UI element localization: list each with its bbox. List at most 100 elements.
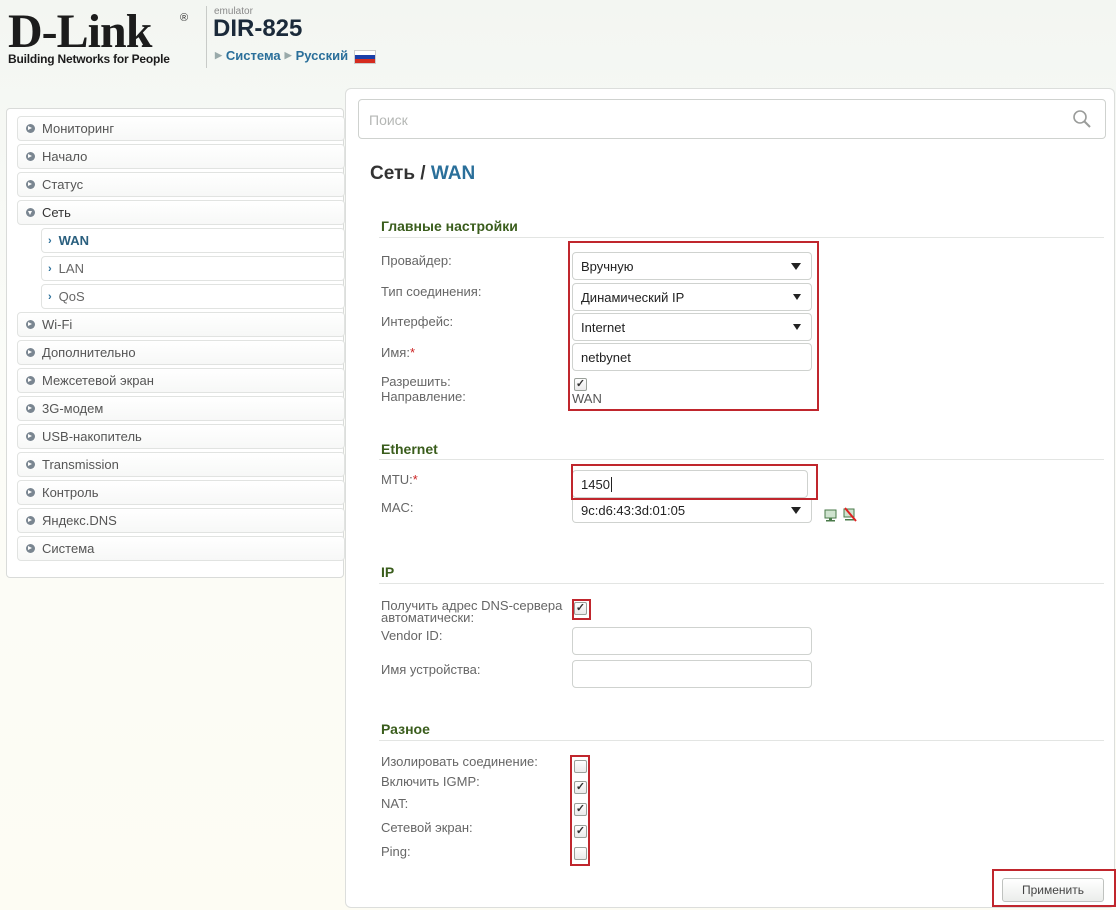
sidebar-item-label: Статус: [42, 177, 84, 192]
sidebar-item-network[interactable]: Сеть: [17, 200, 345, 225]
language-selector[interactable]: Русский: [296, 48, 349, 63]
provider-label: Провайдер:: [381, 253, 452, 268]
bullet-arrow-icon: [26, 404, 35, 413]
isolate-label: Изолировать соединение:: [381, 754, 538, 769]
name-field[interactable]: netbynet: [572, 343, 812, 371]
sidebar-item-start[interactable]: Начало: [17, 144, 345, 169]
name-label: Имя:*: [381, 346, 415, 359]
mac-select[interactable]: 9c:d6:43:3d:01:05: [572, 499, 812, 523]
dns-auto-checkbox[interactable]: ✓: [574, 602, 587, 615]
interface-label: Интерфейс:: [381, 314, 454, 329]
provider-select[interactable]: Вручную: [572, 252, 812, 280]
bullet-arrow-icon: [26, 180, 35, 189]
interface-select[interactable]: Internet: [572, 313, 812, 341]
sidebar-item-label: Яндекс.DNS: [42, 513, 117, 528]
chevron-right-icon: ›: [48, 234, 52, 247]
mac-value: 9c:d6:43:3d:01:05: [581, 503, 686, 518]
name-value: netbynet: [581, 349, 631, 365]
required-mark: *: [409, 345, 415, 360]
sidebar-item-usb-storage[interactable]: USB-накопитель: [17, 424, 345, 449]
content-panel: Сеть / WAN Главные настройки Провайдер: …: [345, 88, 1116, 908]
conn-type-label: Тип соединения:: [381, 284, 482, 299]
sidebar-item-label: USB-накопитель: [42, 429, 142, 444]
conn-type-select[interactable]: Динамический IP: [572, 283, 812, 311]
search-input[interactable]: [369, 109, 1049, 131]
logo-text: D-Link: [8, 5, 152, 58]
bullet-arrow-icon: [26, 488, 35, 497]
sidebar-item-monitoring[interactable]: Мониторинг: [17, 116, 345, 141]
computer-icon[interactable]: [823, 508, 838, 523]
logo-tagline: Building Networks for People: [8, 52, 170, 66]
sidebar-subitem-qos[interactable]: › QoS: [41, 284, 345, 309]
mtu-field[interactable]: 1450: [572, 470, 808, 498]
sidebar-item-label: WAN: [58, 233, 90, 248]
sidebar-item-yandex-dns[interactable]: Яндекс.DNS: [17, 508, 345, 533]
sidebar-item-wifi[interactable]: Wi-Fi: [17, 312, 345, 337]
sidebar-item-label: Transmission: [42, 457, 119, 472]
text-cursor: [610, 476, 612, 492]
header: D-Link ® Building Networks for People em…: [0, 0, 1116, 82]
mtu-value: 1450: [581, 476, 610, 492]
vendor-id-field[interactable]: [572, 627, 812, 655]
section-divider: [379, 237, 1104, 238]
sidebar-item-label: Wi-Fi: [42, 317, 73, 332]
sidebar-item-label: 3G-модем: [42, 401, 104, 416]
ping-label: Ping:: [381, 844, 411, 859]
bullet-arrow-icon: [26, 124, 35, 133]
sidebar-item-control[interactable]: Контроль: [17, 480, 345, 505]
breadcrumb-arrow-icon: ▶: [215, 50, 222, 60]
sidebar-subitem-wan[interactable]: › WAN: [41, 228, 345, 253]
required-mark: *: [412, 472, 418, 487]
nat-checkbox[interactable]: ✓: [574, 803, 587, 816]
sidebar-item-firewall[interactable]: Межсетевой экран: [17, 368, 345, 393]
sidebar-item-3g-modem[interactable]: 3G-модем: [17, 396, 345, 421]
bullet-arrow-icon: [26, 152, 35, 161]
allow-checkbox[interactable]: ✓: [574, 378, 587, 391]
logo-registered: ®: [180, 12, 189, 24]
bullet-arrow-icon: [26, 376, 35, 385]
name-label-text: Имя:: [381, 345, 410, 360]
sidebar-item-advanced[interactable]: Дополнительно: [17, 340, 345, 365]
model-name: DIR-825: [213, 15, 303, 42]
flag-icon[interactable]: [354, 49, 377, 64]
nat-label: NAT:: [381, 796, 409, 811]
sidebar-item-label: Дополнительно: [42, 345, 136, 360]
section-divider: [379, 740, 1104, 741]
mac-label: MAC:: [381, 500, 414, 515]
sidebar-item-label: Мониторинг: [42, 121, 115, 136]
conn-type-value: Динамический IP: [581, 289, 685, 305]
allow-label: Разрешить:: [381, 374, 451, 389]
breadcrumb-system[interactable]: Система: [226, 48, 281, 63]
section-title-main: Главные настройки: [381, 218, 518, 234]
sidebar-item-label: Межсетевой экран: [42, 373, 154, 388]
provider-value: Вручную: [581, 258, 634, 274]
apply-button[interactable]: Применить: [1002, 878, 1104, 902]
igmp-checkbox[interactable]: ✓: [574, 781, 587, 794]
sidebar: Мониторинг Начало Статус Сеть › WAN › LAN …: [6, 108, 345, 578]
sidebar-item-label: Система: [42, 541, 95, 556]
section-title-ip: IP: [381, 564, 395, 580]
bullet-arrow-icon: [26, 516, 35, 525]
ping-checkbox[interactable]: [574, 847, 587, 860]
page-title-prefix: Сеть /: [370, 163, 431, 184]
direction-label: Направление:: [381, 389, 466, 404]
search-box: [358, 99, 1106, 139]
sidebar-item-status[interactable]: Статус: [17, 172, 345, 197]
search-icon[interactable]: [1071, 108, 1093, 130]
sidebar-item-system[interactable]: Система: [17, 536, 345, 561]
device-name-field[interactable]: [572, 660, 812, 688]
sidebar-subitem-lan[interactable]: › LAN: [41, 256, 345, 281]
vendor-id-label: Vendor ID:: [381, 628, 443, 643]
dlink-logo: D-Link ® Building Networks for People: [8, 6, 198, 70]
isolate-checkbox[interactable]: [574, 760, 587, 773]
device-name-label: Имя устройства:: [381, 662, 481, 677]
chevron-down-icon: [791, 507, 801, 514]
interface-value: Internet: [581, 319, 626, 335]
igmp-label: Включить IGMP:: [381, 774, 480, 789]
sidebar-item-transmission[interactable]: Transmission: [17, 452, 345, 477]
bullet-arrow-icon: [26, 460, 35, 469]
remove-icon[interactable]: [842, 507, 857, 522]
sidebar-item-label: Сеть: [42, 205, 71, 220]
firewall-checkbox[interactable]: ✓: [574, 825, 587, 838]
breadcrumb-arrow-icon: ▶: [284, 50, 292, 60]
